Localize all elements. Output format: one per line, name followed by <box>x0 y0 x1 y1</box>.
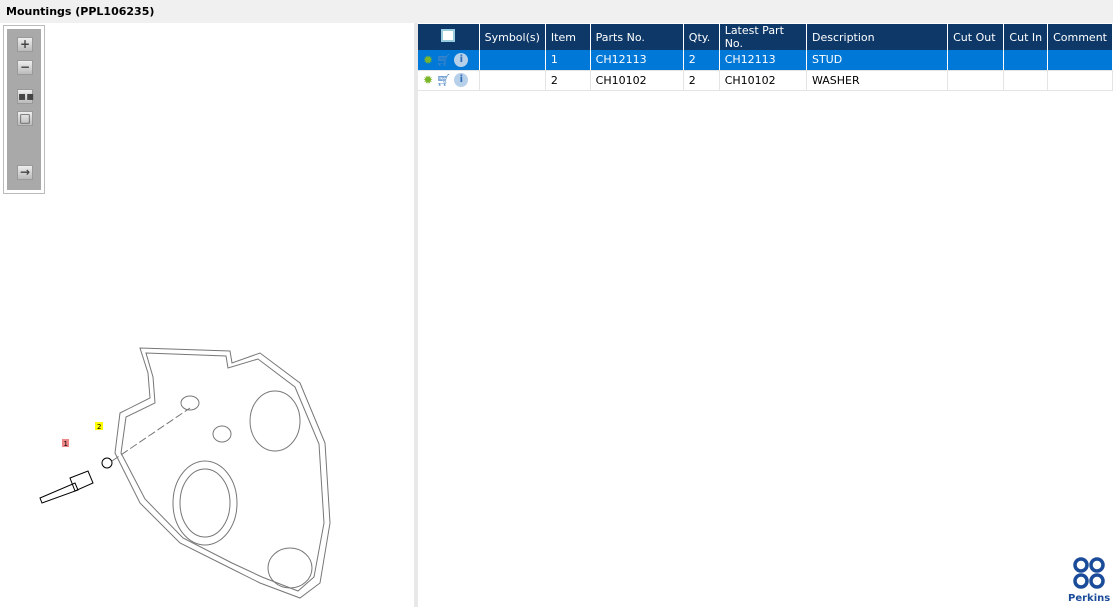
diagram-panel[interactable]: 1 2 + − ▪▪ □ → <box>0 23 414 607</box>
cell-cut-in <box>1003 70 1049 91</box>
actual-size-button[interactable]: □ <box>17 111 33 126</box>
grid-header: Symbol(s) Item Parts No. Qty. Latest Par… <box>418 24 1113 50</box>
cart-icon[interactable]: 🛒︎ <box>436 53 451 67</box>
cell-latest: CH12113 <box>719 50 807 71</box>
zoom-out-button[interactable]: − <box>17 60 33 75</box>
parts-grid: Symbol(s) Item Parts No. Qty. Latest Par… <box>418 24 1113 91</box>
cell-comment <box>1047 50 1113 71</box>
cell-qty: 2 <box>683 70 720 91</box>
export-button[interactable]: → <box>17 165 33 180</box>
cell-qty: 2 <box>683 50 720 71</box>
splitter[interactable] <box>414 23 418 607</box>
perkins-logo: Perkins <box>1068 556 1110 604</box>
col-comment[interactable]: Comment <box>1047 24 1113 50</box>
zoom-toolbar: + − ▪▪ □ → <box>3 25 45 194</box>
cell-cut-out <box>947 70 1005 91</box>
col-cut-in[interactable]: Cut In <box>1003 24 1049 50</box>
info-icon[interactable]: i <box>454 73 469 87</box>
perkins-emblem-icon <box>1073 557 1105 589</box>
search-column-header[interactable] <box>418 24 480 50</box>
col-cut-out[interactable]: Cut Out <box>947 24 1005 50</box>
zoom-in-button[interactable]: + <box>17 37 33 52</box>
cell-symbols <box>479 70 546 91</box>
window-title: Mountings (PPL106235) <box>0 0 1113 23</box>
cell-description: STUD <box>806 50 949 71</box>
gear-icon[interactable]: ✹ <box>423 53 433 67</box>
search-icon[interactable] <box>441 29 456 42</box>
fit-all-button[interactable]: ▪▪ <box>17 89 34 104</box>
table-row[interactable]: ✹ 🛒︎ i 2 CH10102 2 CH10102 WASHER <box>418 70 1113 91</box>
cell-cut-out <box>947 50 1005 71</box>
cell-parts-no: CH10102 <box>590 70 684 91</box>
col-description[interactable]: Description <box>806 24 949 50</box>
col-qty[interactable]: Qty. <box>683 24 720 50</box>
cell-symbols <box>479 50 546 71</box>
cell-cut-in <box>1003 50 1049 71</box>
cell-item: 1 <box>545 50 591 71</box>
col-item[interactable]: Item <box>545 24 591 50</box>
svg-text:2: 2 <box>97 423 101 431</box>
cart-icon[interactable]: 🛒︎ <box>436 73 451 87</box>
cell-item: 2 <box>545 70 591 91</box>
gear-icon[interactable]: ✹ <box>423 73 433 87</box>
col-parts-no[interactable]: Parts No. <box>590 24 684 50</box>
cell-parts-no: CH12113 <box>590 50 684 71</box>
cell-description: WASHER <box>806 70 949 91</box>
cell-latest: CH10102 <box>719 70 807 91</box>
info-icon[interactable]: i <box>454 52 469 67</box>
svg-text:1: 1 <box>64 440 68 448</box>
exploded-diagram: 1 2 <box>39 347 331 599</box>
col-latest-part-no[interactable]: Latest Part No. <box>719 24 807 50</box>
cell-comment <box>1047 70 1113 91</box>
col-symbols[interactable]: Symbol(s) <box>479 24 546 50</box>
table-row[interactable]: ✹ 🛒︎ i 1 CH12113 2 CH12113 STUD <box>418 50 1113 71</box>
